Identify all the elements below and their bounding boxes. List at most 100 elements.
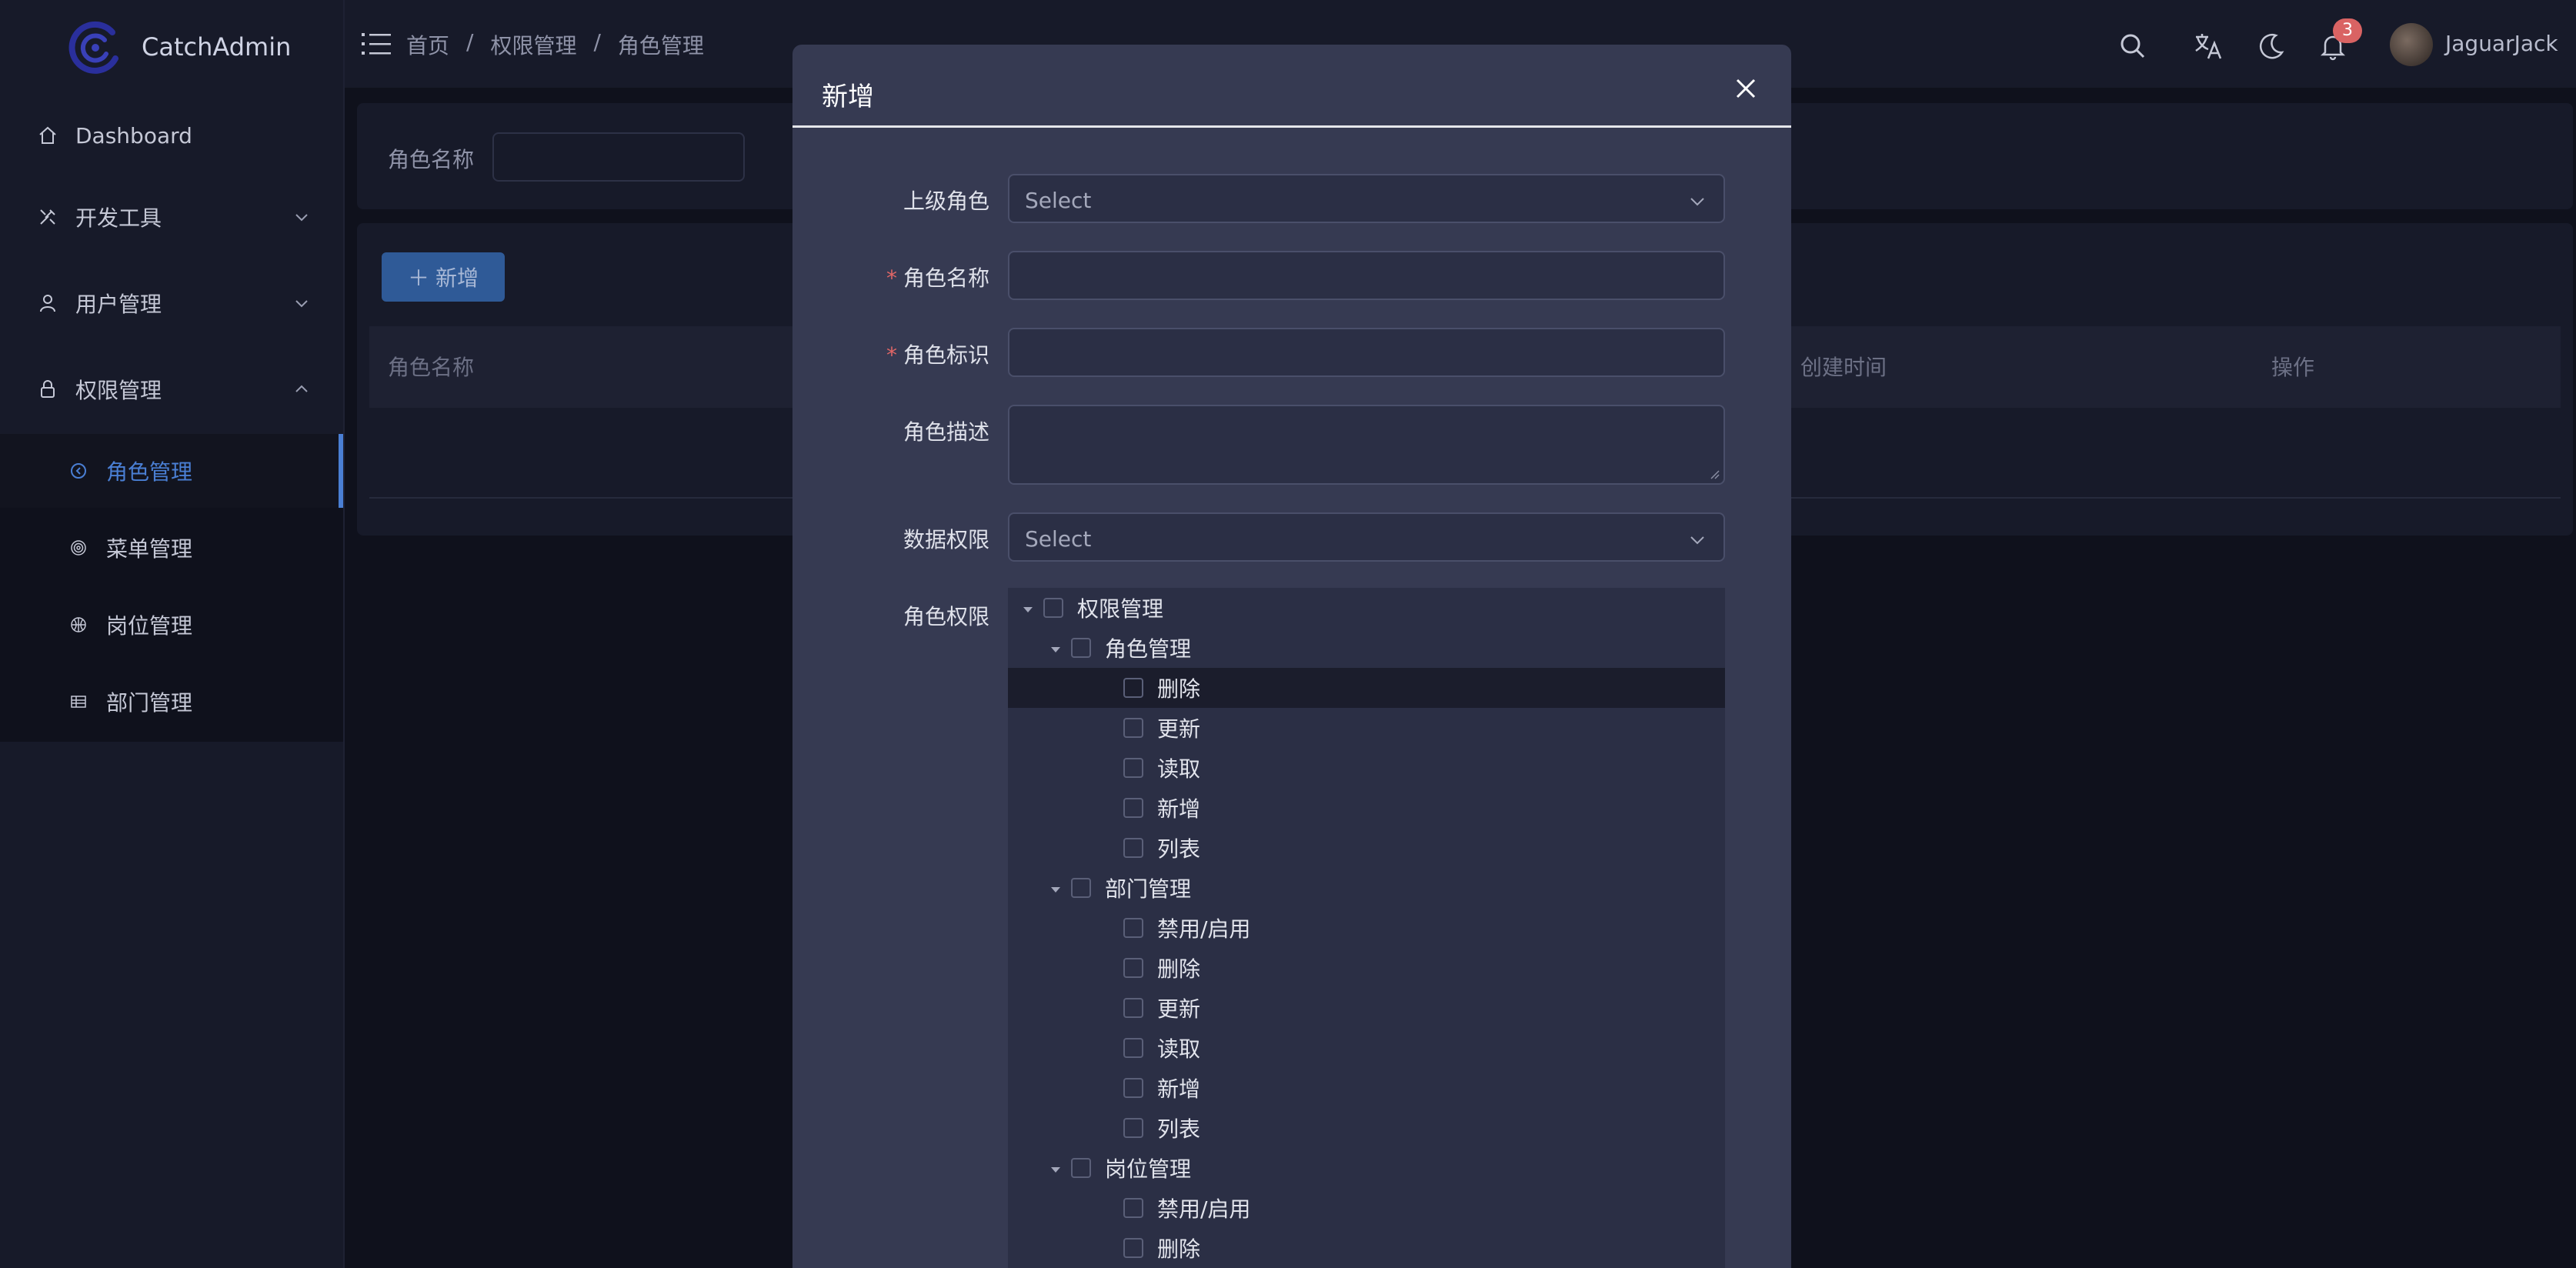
role-key-label-text: 角色标识 xyxy=(903,342,989,368)
tree-node[interactable]: 岗位管理 xyxy=(1008,1148,1725,1188)
dialog-header: 新增 xyxy=(792,45,1791,128)
home-icon xyxy=(37,125,58,146)
translate-icon[interactable] xyxy=(2193,31,2224,62)
role-key-input[interactable] xyxy=(1008,328,1725,377)
resize-handle-icon[interactable] xyxy=(1710,469,1720,480)
basketball-icon xyxy=(68,614,89,636)
tree-checkbox[interactable] xyxy=(1123,1078,1143,1098)
chevron-up-icon xyxy=(295,385,308,392)
add-button-label: 新增 xyxy=(435,265,479,291)
tree-node[interactable]: 新增 xyxy=(1008,788,1725,828)
tree-checkbox[interactable] xyxy=(1123,678,1143,698)
sidebar-item-menu-management[interactable]: 菜单管理 xyxy=(0,511,343,585)
role-name-label-text: 角色名称 xyxy=(903,265,989,291)
close-icon[interactable] xyxy=(1733,75,1759,102)
tree-checkbox[interactable] xyxy=(1043,598,1063,618)
tree-checkbox[interactable] xyxy=(1123,958,1143,978)
role-permissions-label-text: 角色权限 xyxy=(903,604,989,629)
moon-icon[interactable] xyxy=(2256,31,2287,62)
table-icon xyxy=(68,691,89,712)
tree-node-label: 删除 xyxy=(1157,1236,1201,1262)
tree-node-label: 更新 xyxy=(1157,716,1201,742)
tree-checkbox[interactable] xyxy=(1123,998,1143,1018)
tree-checkbox[interactable] xyxy=(1123,838,1143,858)
parent-role-label-text: 上级角色 xyxy=(903,189,989,214)
sidebar-item-label: 用户管理 xyxy=(75,292,162,317)
role-name-label: * 角色名称 xyxy=(792,262,989,292)
tree-node[interactable]: 读取 xyxy=(1008,1028,1725,1068)
role-name-input[interactable] xyxy=(1008,251,1725,300)
tree-node[interactable]: 角色管理 xyxy=(1008,628,1725,668)
tree-checkbox[interactable] xyxy=(1071,1158,1091,1178)
catchadmin-logo xyxy=(68,21,118,74)
tree-node[interactable]: 更新 xyxy=(1008,988,1725,1028)
tree-node[interactable]: 删除 xyxy=(1008,1228,1725,1268)
tree-checkbox[interactable] xyxy=(1071,638,1091,658)
tree-node[interactable]: 权限管理 xyxy=(1008,588,1725,628)
app-name: CatchAdmin xyxy=(142,32,292,62)
tree-node[interactable]: 列表 xyxy=(1008,828,1725,868)
tree-node[interactable]: 读取 xyxy=(1008,748,1725,788)
tree-checkbox[interactable] xyxy=(1071,878,1091,898)
tree-node-label: 禁用/启用 xyxy=(1157,916,1251,942)
sidebar-item-dev-tools[interactable]: 开发工具 xyxy=(0,180,343,254)
sidebar-item-label: Dashboard xyxy=(75,122,192,148)
tree-node[interactable]: 删除 xyxy=(1008,948,1725,988)
tree-node[interactable]: 禁用/启用 xyxy=(1008,1188,1725,1228)
tree-node[interactable]: 删除 xyxy=(1008,668,1725,708)
tree-checkbox[interactable] xyxy=(1123,1118,1143,1138)
tree-node[interactable]: 部门管理 xyxy=(1008,868,1725,908)
tree-checkbox[interactable] xyxy=(1123,1238,1143,1258)
tree-checkbox[interactable] xyxy=(1123,758,1143,778)
breadcrumb-permission[interactable]: 权限管理 xyxy=(490,29,576,60)
tree-checkbox[interactable] xyxy=(1123,718,1143,738)
tree-node[interactable]: 新增 xyxy=(1008,1068,1725,1108)
data-scope-label: 数据权限 xyxy=(792,523,989,554)
sidebar-item-post-management[interactable]: 岗位管理 xyxy=(0,588,343,662)
tree-node[interactable]: 更新 xyxy=(1008,708,1725,748)
role-description-textarea[interactable] xyxy=(1008,405,1725,485)
caret-down-icon[interactable] xyxy=(1046,1159,1065,1177)
caret-down-icon[interactable] xyxy=(1019,599,1037,617)
tree-node[interactable]: 列表 xyxy=(1008,1108,1725,1148)
username[interactable]: JaguarJack xyxy=(2445,31,2558,56)
chevron-down-icon xyxy=(295,300,308,308)
caret-down-icon[interactable] xyxy=(1046,879,1065,897)
data-scope-select[interactable]: Select xyxy=(1008,512,1725,562)
tree-checkbox[interactable] xyxy=(1123,918,1143,938)
menu-toggle-icon[interactable] xyxy=(362,31,391,57)
sidebar-item-user-management[interactable]: 用户管理 xyxy=(0,266,343,340)
tree-node[interactable]: 禁用/启用 xyxy=(1008,908,1725,948)
column-header-actions: 操作 xyxy=(2271,355,2315,380)
add-button[interactable]: ＋ 新增 xyxy=(382,252,505,302)
role-icon xyxy=(68,460,89,482)
avatar[interactable] xyxy=(2390,23,2433,66)
tree-node-label: 角色管理 xyxy=(1105,636,1192,662)
search-icon[interactable] xyxy=(2117,31,2148,62)
tree-checkbox[interactable] xyxy=(1123,798,1143,818)
sidebar-item-permission-management[interactable]: 权限管理 xyxy=(0,352,343,426)
breadcrumb-home[interactable]: 首页 xyxy=(406,29,449,60)
role-name-search-input[interactable] xyxy=(492,132,745,182)
caret-down-icon[interactable] xyxy=(1046,639,1065,657)
tree-checkbox[interactable] xyxy=(1123,1038,1143,1058)
search-label: 角色名称 xyxy=(388,147,475,172)
parent-role-select[interactable]: Select xyxy=(1008,174,1725,223)
sidebar-item-department-management[interactable]: 部门管理 xyxy=(0,665,343,739)
tree-node-label: 列表 xyxy=(1157,836,1201,862)
sidebar-item-role-management[interactable]: 角色管理 xyxy=(0,434,343,508)
tree-node-label: 禁用/启用 xyxy=(1157,1196,1251,1222)
sidebar-item-dashboard[interactable]: Dashboard xyxy=(0,98,343,172)
fingerprint-icon xyxy=(68,537,89,559)
tree-node-label: 新增 xyxy=(1157,796,1201,822)
sidebar: CatchAdmin Dashboard 开发工具 用户管理 权限管理 角色管理 xyxy=(0,0,345,1268)
tree-checkbox[interactable] xyxy=(1123,1198,1143,1218)
sidebar-item-label: 开发工具 xyxy=(75,205,162,231)
role-description-label-text: 角色描述 xyxy=(903,419,989,445)
